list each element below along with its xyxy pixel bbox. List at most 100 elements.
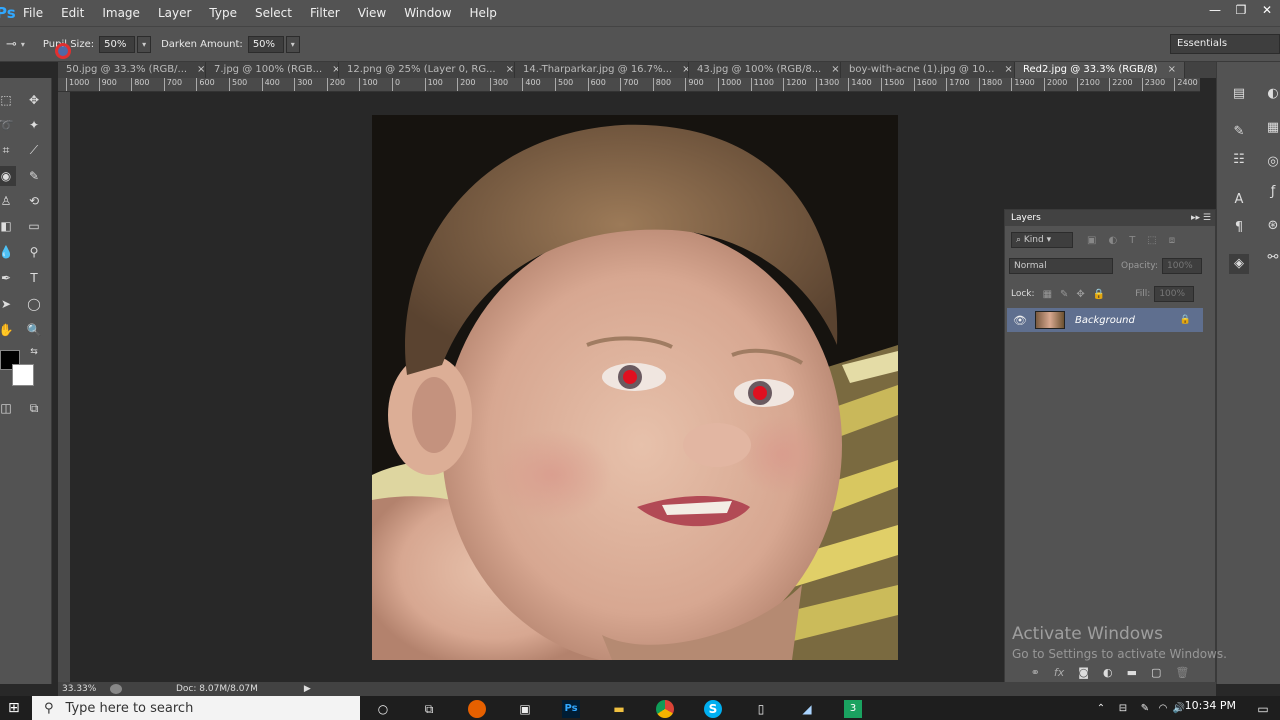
character-panel-icon[interactable]: A bbox=[1229, 190, 1249, 210]
taskbar-clock[interactable]: 10:34 PM bbox=[1185, 699, 1236, 712]
darken-amount-dropdown-icon[interactable]: ▾ bbox=[285, 35, 300, 53]
menu-select[interactable]: Select bbox=[246, 0, 301, 26]
crop-tool-icon[interactable]: ⌗ bbox=[0, 140, 16, 160]
tray-chevron-icon[interactable]: ⌃ bbox=[1092, 700, 1110, 718]
skype-icon[interactable]: S bbox=[704, 700, 722, 718]
tab-close-icon[interactable]: × bbox=[332, 62, 338, 78]
tab-close-icon[interactable]: × bbox=[1168, 62, 1176, 78]
cortana-icon[interactable]: ○ bbox=[374, 700, 392, 718]
app-icon[interactable]: ◢ bbox=[798, 700, 816, 718]
horizontal-ruler[interactable]: 1000 900 800 700 600 500 400 300 200 100 0 100 200 30… bbox=[58, 78, 1200, 92]
history-brush-tool-icon[interactable]: ⟲ bbox=[24, 191, 44, 211]
tab-close-icon[interactable]: × bbox=[197, 62, 205, 78]
workspace-switcher[interactable]: Essentials bbox=[1170, 34, 1280, 54]
status-info-icon[interactable] bbox=[110, 684, 122, 694]
menu-help[interactable]: Help bbox=[461, 0, 506, 26]
layer-name[interactable]: Background bbox=[1075, 315, 1135, 326]
blur-tool-icon[interactable]: 💧 bbox=[0, 242, 16, 262]
document-icon[interactable]: ▯ bbox=[752, 700, 770, 718]
pen-tray-icon[interactable]: ✎ bbox=[1136, 700, 1154, 718]
paragraph-panel-icon[interactable]: ¶ bbox=[1229, 218, 1249, 238]
swap-colors-icon[interactable]: ⇆ bbox=[24, 342, 44, 362]
taskbar-search[interactable]: ⚲ Type here to search bbox=[32, 696, 360, 720]
info-panel-icon[interactable]: ƒ bbox=[1263, 182, 1280, 202]
layers-panel-title[interactable]: Layers bbox=[1011, 213, 1041, 223]
menu-filter[interactable]: Filter bbox=[301, 0, 349, 26]
lock-all-icon[interactable]: 🔒 bbox=[1093, 289, 1105, 300]
delete-layer-icon[interactable]: 🗑 bbox=[1175, 666, 1189, 679]
tab-doc-3[interactable]: 12.png @ 25% (Layer 0, RG... × bbox=[339, 62, 515, 78]
network-icon[interactable]: ⊟ bbox=[1114, 700, 1132, 718]
tab-close-icon[interactable]: × bbox=[1004, 62, 1012, 78]
tab-doc-6[interactable]: boy-with-acne (1).jpg @ 10... × bbox=[841, 62, 1015, 78]
path-selection-tool-icon[interactable]: ➤ bbox=[0, 294, 16, 314]
lock-transparent-icon[interactable]: ▦ bbox=[1043, 289, 1052, 300]
eyedropper-tool-icon[interactable]: ⟋ bbox=[24, 140, 44, 160]
dodge-tool-icon[interactable]: ⚲ bbox=[24, 242, 44, 262]
vertical-ruler[interactable] bbox=[58, 92, 70, 684]
tab-doc-4[interactable]: 14.-Tharparkar.jpg @ 16.7%...× bbox=[515, 62, 689, 78]
menu-view[interactable]: View bbox=[349, 0, 395, 26]
new-group-icon[interactable]: ▬ bbox=[1127, 666, 1137, 679]
pen-tool-icon[interactable]: ✒ bbox=[0, 268, 16, 288]
color-panel-icon[interactable]: ◐ bbox=[1263, 84, 1280, 104]
filter-type-icon[interactable]: T bbox=[1129, 235, 1135, 246]
close-button[interactable]: ✕ bbox=[1254, 0, 1280, 26]
tab-close-icon[interactable]: × bbox=[831, 62, 839, 78]
firefox-icon[interactable] bbox=[468, 700, 486, 718]
tab-doc-active[interactable]: Red2.jpg @ 33.3% (RGB/8) × bbox=[1015, 62, 1185, 78]
document-image[interactable] bbox=[372, 115, 898, 660]
tab-close-icon[interactable]: × bbox=[506, 62, 514, 78]
lasso-tool-icon[interactable]: ➰ bbox=[0, 115, 16, 135]
screen-mode-icon[interactable]: ⧉ bbox=[24, 398, 44, 418]
marquee-tool-icon[interactable]: ⬚ bbox=[0, 90, 16, 110]
lock-position-icon[interactable]: ✥ bbox=[1076, 289, 1084, 300]
windows-start-icon[interactable]: ⊞ bbox=[8, 700, 20, 716]
history-panel-icon[interactable]: ▤ bbox=[1229, 84, 1249, 104]
tab-close-icon[interactable]: × bbox=[682, 62, 688, 78]
layers-panel-icon[interactable]: ◈ bbox=[1229, 254, 1249, 274]
adjustments-panel-icon[interactable]: ☷ bbox=[1229, 150, 1249, 170]
filter-kind-select[interactable]: ⌕ Kind ▾ bbox=[1011, 232, 1073, 248]
task-view-icon[interactable]: ⧉ bbox=[420, 700, 438, 718]
menu-layer[interactable]: Layer bbox=[149, 0, 200, 26]
fill-input[interactable]: 100% bbox=[1154, 286, 1195, 302]
filter-shape-icon[interactable]: ⬚ bbox=[1147, 235, 1156, 246]
move-tool-icon[interactable]: ✥ bbox=[24, 90, 44, 110]
darken-amount-input[interactable]: 50% bbox=[247, 35, 284, 53]
background-color-swatch[interactable] bbox=[12, 364, 34, 386]
menu-type[interactable]: Type bbox=[200, 0, 246, 26]
styles-panel-icon[interactable]: ◎ bbox=[1263, 152, 1280, 172]
add-mask-icon[interactable]: ◙ bbox=[1078, 666, 1089, 679]
hand-tool-icon[interactable]: ✋ bbox=[0, 320, 16, 340]
tab-doc-5[interactable]: 43.jpg @ 100% (RGB/8... × bbox=[689, 62, 841, 78]
link-layers-icon[interactable]: ⚭ bbox=[1031, 666, 1040, 679]
status-menu-arrow-icon[interactable]: ▶ bbox=[304, 684, 311, 694]
filter-adjustment-icon[interactable]: ◐ bbox=[1108, 235, 1117, 246]
lock-pixels-icon[interactable]: ✎ bbox=[1060, 289, 1068, 300]
type-tool-icon[interactable]: T bbox=[24, 268, 44, 288]
minimize-button[interactable]: — bbox=[1202, 0, 1228, 26]
layer-row-background[interactable]: 👁 Background 🔒 bbox=[1007, 308, 1203, 332]
menu-window[interactable]: Window bbox=[395, 0, 460, 26]
quick-mask-icon[interactable]: ◫ bbox=[0, 398, 16, 418]
red-eye-tool-icon[interactable]: ⊸ bbox=[6, 37, 17, 52]
restore-button[interactable]: ❐ bbox=[1228, 0, 1254, 26]
pupil-size-dropdown-icon[interactable]: ▾ bbox=[137, 35, 152, 53]
blend-mode-select[interactable]: Normal bbox=[1009, 258, 1113, 274]
zoom-level[interactable]: 33.33% bbox=[62, 684, 106, 694]
filter-image-icon[interactable]: ▣ bbox=[1087, 235, 1096, 246]
camera-app-icon[interactable]: ▣ bbox=[516, 700, 534, 718]
photoshop-taskbar-icon[interactable]: Ps bbox=[562, 700, 580, 718]
brush-tool-icon[interactable]: ✎ bbox=[24, 166, 44, 186]
menu-edit[interactable]: Edit bbox=[52, 0, 93, 26]
tool-preset-dropdown-icon[interactable]: ▾ bbox=[21, 40, 25, 49]
tab-doc-1[interactable]: 50.jpg @ 33.3% (RGB/... × bbox=[58, 62, 206, 78]
menu-image[interactable]: Image bbox=[93, 0, 149, 26]
filter-smart-object-icon[interactable]: ⧈ bbox=[1169, 235, 1175, 246]
menu-file[interactable]: File bbox=[14, 0, 52, 26]
stamp-tool-icon[interactable]: ♙ bbox=[0, 191, 16, 211]
ellipse-tool-icon[interactable]: ◯ bbox=[24, 294, 44, 314]
red-eye-tool-icon[interactable]: ◉ bbox=[0, 166, 16, 186]
new-layer-icon[interactable]: ▢ bbox=[1151, 666, 1161, 679]
